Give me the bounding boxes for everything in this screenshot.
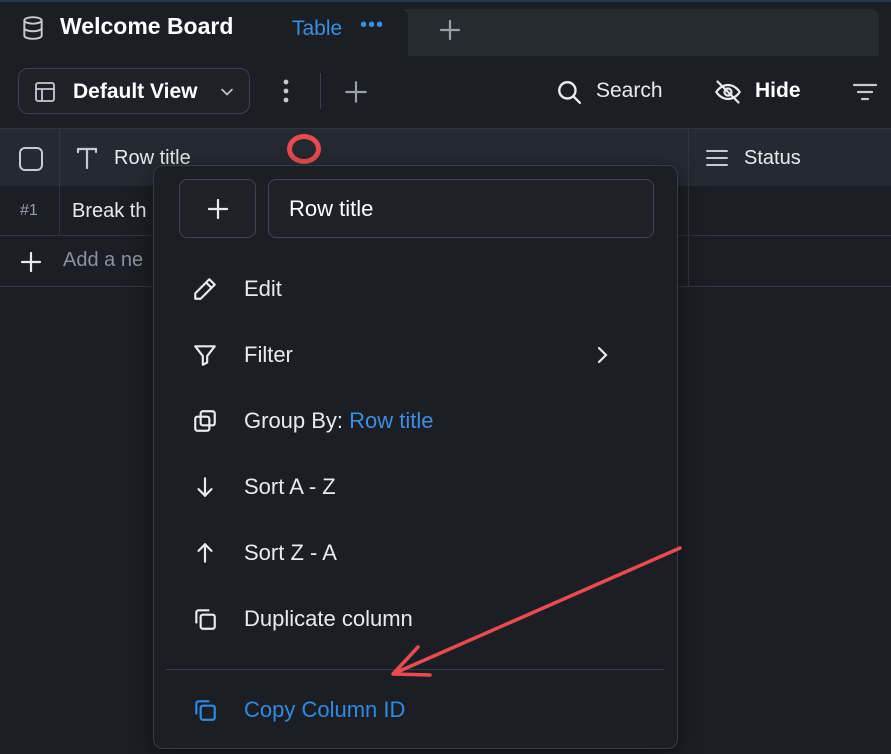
group-by-value: Row title	[349, 408, 434, 433]
group-by-prefix: Group By:	[244, 408, 350, 433]
row-number: #1	[20, 202, 38, 219]
add-row-label: Add a ne	[63, 249, 144, 271]
column-divider	[59, 129, 60, 187]
column-context-menu: Edit Filter Group By: Row title Sort A -…	[153, 165, 678, 749]
menu-item-sort-asc[interactable]: Sort A - Z	[154, 457, 677, 517]
window-edge	[0, 0, 891, 2]
database-icon	[23, 16, 43, 40]
more-options-icon[interactable]	[276, 78, 296, 106]
menu-item-label: Filter	[244, 342, 293, 367]
column-divider	[688, 129, 689, 187]
table-grid-icon	[35, 82, 55, 102]
menu-item-edit[interactable]: Edit	[154, 259, 677, 319]
column-header-status[interactable]: Status	[744, 147, 801, 170]
plus-icon	[207, 198, 229, 220]
chevron-down-icon	[221, 88, 233, 96]
column-divider	[59, 186, 60, 236]
menu-item-label: Edit	[244, 276, 282, 301]
view-selector-button[interactable]: Default View	[18, 68, 250, 114]
list-icon	[706, 150, 728, 166]
search-button[interactable]: Search	[596, 79, 663, 103]
toolbar: Default View Search Hide	[0, 56, 891, 128]
group-icon	[194, 410, 216, 432]
menu-item-label: Sort Z - A	[244, 540, 337, 565]
tab-table-label[interactable]: Table	[292, 17, 342, 41]
view-selector-label: Default View	[73, 80, 198, 103]
column-name-input[interactable]	[268, 179, 654, 238]
eye-off-icon[interactable]	[714, 78, 742, 106]
tab-more-icon[interactable]: •••	[360, 14, 384, 37]
add-column-button[interactable]	[179, 179, 256, 238]
menu-item-label: Group By: Row title	[244, 408, 434, 434]
menu-item-label: Copy Column ID	[244, 697, 406, 722]
menu-item-sort-desc[interactable]: Sort Z - A	[154, 523, 677, 583]
search-icon[interactable]	[556, 79, 582, 105]
plus-icon	[20, 251, 42, 273]
menu-item-duplicate-column[interactable]: Duplicate column	[154, 589, 677, 649]
pencil-icon	[194, 278, 216, 300]
menu-divider	[166, 669, 664, 670]
arrow-down-icon	[197, 477, 213, 498]
menu-item-group-by[interactable]: Group By: Row title	[154, 391, 677, 451]
menu-item-label: Sort A - Z	[244, 474, 336, 499]
toolbar-divider	[320, 73, 321, 109]
select-all-checkbox[interactable]	[19, 147, 43, 171]
board-title: Welcome Board	[60, 13, 234, 39]
sort-filter-icon[interactable]	[852, 80, 878, 104]
row-title-cell[interactable]: Break th	[72, 200, 146, 223]
arrow-up-icon	[197, 542, 213, 563]
menu-item-label: Duplicate column	[244, 606, 413, 631]
chevron-right-icon	[597, 346, 608, 364]
text-type-icon	[76, 147, 98, 170]
click-indicator	[287, 134, 321, 164]
menu-item-filter[interactable]: Filter	[154, 325, 677, 385]
add-tab-icon[interactable]	[438, 18, 462, 42]
menu-item-copy-column-id[interactable]: Copy Column ID	[154, 680, 677, 740]
duplicate-icon	[195, 609, 216, 630]
add-view-icon[interactable]	[343, 79, 369, 105]
hide-button[interactable]: Hide	[755, 79, 801, 103]
copy-icon	[195, 700, 216, 721]
top-bar: Welcome Board Table •••	[0, 0, 891, 56]
funnel-icon	[194, 345, 216, 366]
